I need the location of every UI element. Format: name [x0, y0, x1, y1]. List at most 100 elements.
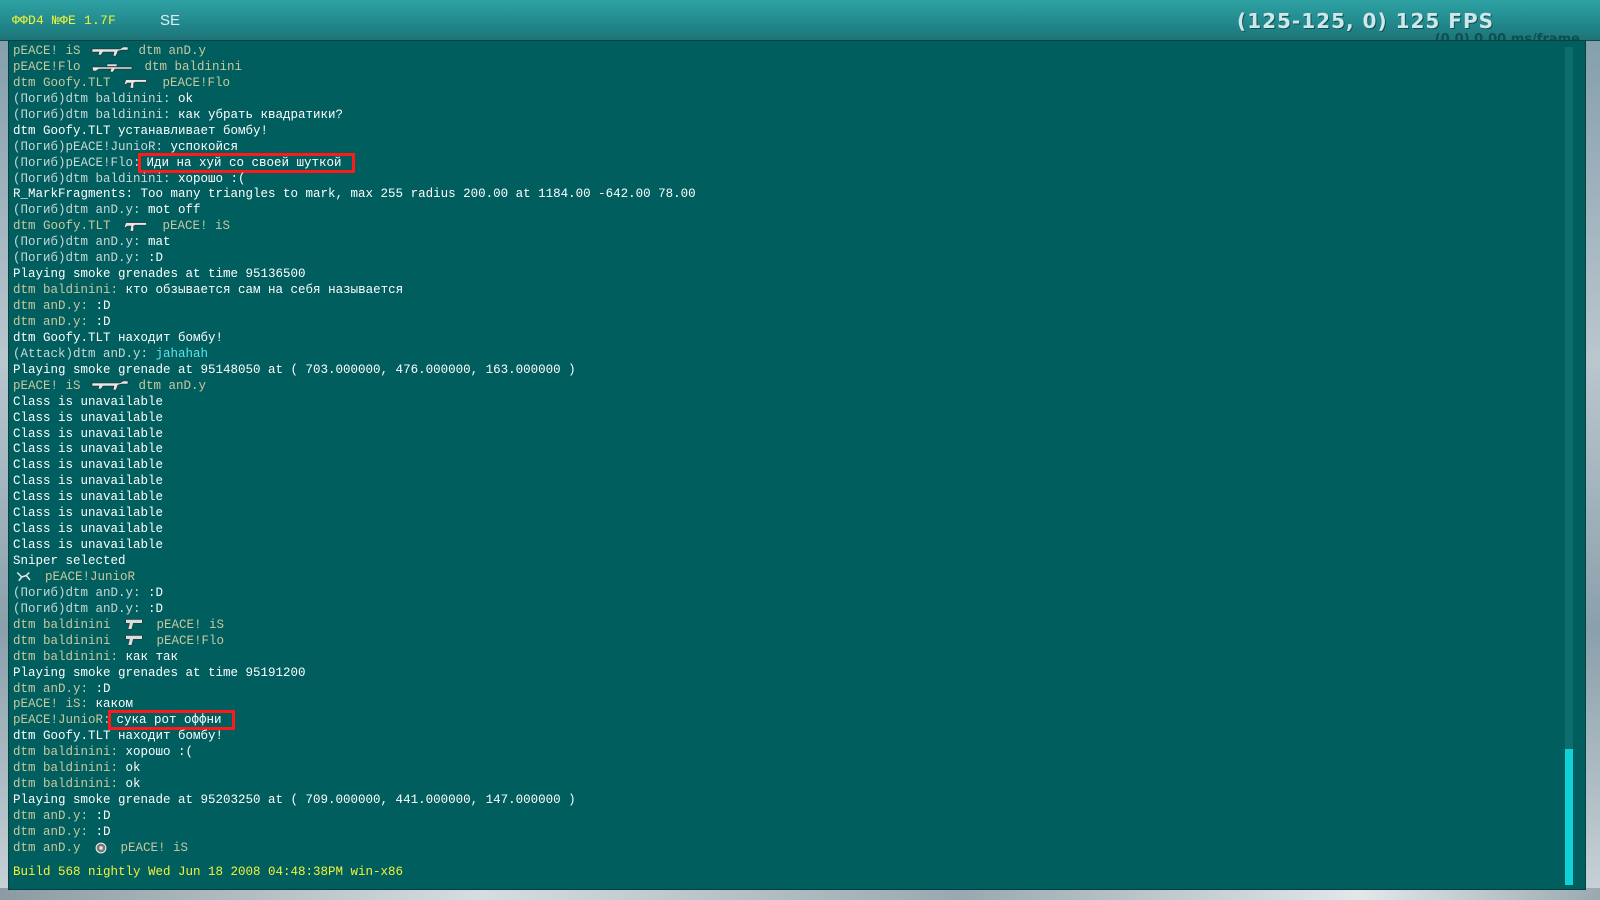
console-line: dtm anD.y pEACE! iS: [13, 841, 1543, 857]
console-line: Playing smoke grenades at time 95136500: [13, 267, 1543, 283]
frame-time-readout: (0.0) 0.00 ms/frame: [1434, 32, 1580, 40]
chat-sender: dtm anD.y:: [13, 824, 96, 839]
console-line: R_MarkFragments: Too many triangles to m…: [13, 187, 1543, 203]
chat-sender: dtm anD.y:: [13, 299, 96, 313]
console-line: Class is unavailable: [13, 538, 1543, 554]
console-line: pEACE! iS: каком: [13, 697, 1543, 713]
chat-message: :D: [95, 809, 111, 823]
console-line: (Attack)dtm anD.y: jahahah: [13, 347, 1543, 363]
highlighted-message: Иди на хуй со своей шуткой: [137, 152, 355, 173]
chat-message: ok: [125, 777, 141, 792]
console-line: Playing smoke grenades at time 95191200: [13, 666, 1543, 682]
console-line: dtm anD.y: :D: [13, 809, 1543, 825]
console-line: dtm baldinini pEACE!Flo: [13, 634, 1543, 650]
chat-sender: dtm baldinini:: [13, 745, 126, 760]
chat-sender: pEACE! iS:: [13, 697, 96, 712]
sniper-icon: [81, 60, 145, 74]
console-line: dtm baldinini: кто обзывается сам на себ…: [13, 283, 1543, 299]
chat-message: Playing smoke grenade at 95203250 at ( 7…: [13, 793, 576, 808]
console-line: dtm Goofy.TLT находит бомбу!: [13, 331, 1543, 347]
chat-sender: (Погиб)dtm anD.y:: [13, 235, 149, 250]
chat-message: Class is unavailable: [13, 522, 164, 537]
smg-icon: [111, 76, 163, 90]
killer-name: pEACE!Flo: [13, 59, 81, 74]
chat-sender: (Погиб)dtm baldinini:: [13, 91, 179, 106]
console-line: dtm Goofy.TLT устанавливает бомбу!: [13, 124, 1543, 140]
console-line: dtm baldinini: хорошо :(: [13, 745, 1543, 761]
chat-sender: (Погиб)pEACE!Flo:: [13, 155, 141, 170]
chat-sender: dtm anD.y:: [13, 681, 96, 696]
console-line: (Погиб)dtm baldinini: хорошо :(: [13, 172, 1543, 188]
grenade-icon: [81, 841, 121, 855]
chat-message: jahahah: [155, 346, 209, 361]
game-version-label: ФФD4 №ФE 1.7F: [12, 13, 117, 28]
chat-message: Sniper selected: [13, 554, 126, 568]
chat-message: Playing smoke grenades at time 95191200: [13, 665, 306, 680]
console-log: pEACE! iS dtm anD.y pEACE!Flo dtm baldinini…: [13, 44, 1543, 857]
console-line: (Погиб)dtm anD.y: :D: [13, 251, 1543, 267]
chat-message: успокойся: [170, 139, 239, 154]
chat-message: :D: [95, 681, 111, 696]
chat-message: :D: [95, 824, 111, 839]
chat-message: :D: [148, 251, 164, 266]
victim-name: pEACE!JunioR: [45, 569, 136, 584]
chat-sender: (Погиб)dtm anD.y:: [13, 203, 149, 218]
chat-message: Playing smoke grenade at 95148050 at ( 7…: [13, 362, 576, 377]
console-line: dtm Goofy.TLT находит бомбу!: [13, 729, 1543, 745]
chat-message: :D: [95, 314, 111, 329]
victim-name: pEACE!Flo: [156, 633, 225, 648]
console-line: (Погиб)dtm anD.y: :D: [13, 586, 1543, 602]
console-line: Class is unavailable: [13, 395, 1543, 411]
console-line: Playing smoke grenade at 95148050 at ( 7…: [13, 363, 1543, 379]
console-line: Class is unavailable: [13, 506, 1543, 522]
chat-message: Class is unavailable: [13, 458, 164, 473]
console-line: (Погиб)dtm baldinini: ok: [13, 92, 1543, 108]
chat-sender: (Погиб)dtm anD.y:: [13, 251, 149, 266]
rifle-icon: [81, 379, 139, 393]
victim-name: pEACE! iS: [156, 617, 225, 632]
console-line: Class is unavailable: [13, 522, 1543, 538]
console-scroll-thumb[interactable]: [1565, 749, 1573, 885]
killer-name: dtm Goofy.TLT: [13, 75, 111, 90]
chat-message: хорошо :(: [178, 171, 246, 186]
chat-message: Class is unavailable: [13, 506, 164, 521]
chat-sender: pEACE!JunioR:: [13, 713, 111, 728]
game-console[interactable]: pEACE! iS dtm anD.y pEACE!Flo dtm baldinini…: [8, 40, 1586, 890]
chat-sender: (Погиб)dtm baldinini:: [13, 107, 179, 122]
hud-compass-heading: SE: [160, 12, 181, 29]
chat-message: :D: [148, 601, 164, 616]
console-line: dtm Goofy.TLT pEACE!Flo: [13, 76, 1543, 92]
highlighted-message: сука рот оффни: [107, 710, 235, 731]
console-scrollbar[interactable]: [1565, 47, 1573, 885]
victim-name: pEACE!Flo: [162, 75, 231, 90]
console-line: pEACE!Flo dtm baldinini: [13, 60, 1543, 76]
pistol-icon: [111, 618, 157, 632]
killer-name: dtm anD.y: [13, 840, 81, 855]
chat-message: ok: [178, 91, 194, 106]
chat-sender: (Погиб)dtm anD.y:: [13, 585, 149, 600]
chat-message: dtm Goofy.TLT устанавливает бомбу!: [13, 123, 269, 138]
chat-message: как так: [125, 649, 179, 664]
killer-name: dtm Goofy.TLT: [13, 219, 111, 234]
victim-name: pEACE! iS: [120, 840, 189, 855]
console-line: dtm anD.y: :D: [13, 315, 1543, 331]
chat-message: Class is unavailable: [13, 490, 164, 505]
chat-message: mat: [148, 235, 171, 250]
chat-message: Class is unavailable: [13, 538, 164, 553]
console-line: dtm baldinini: ok: [13, 777, 1543, 793]
victim-name: pEACE! iS: [162, 219, 231, 234]
killer-name: dtm baldinini: [13, 617, 111, 632]
build-info: Build 568 nightly Wed Jun 18 2008 04:48:…: [13, 865, 404, 879]
console-line: pEACE!JunioR: сука рот оффни: [13, 710, 1543, 731]
fps-counter: (125-125, 0) 125 FPS: [1237, 9, 1494, 33]
console-line: Class is unavailable: [13, 427, 1543, 443]
console-line: (Погиб)dtm baldinini: как убрать квадрат…: [13, 108, 1543, 124]
console-line: (Погиб)dtm anD.y: :D: [13, 602, 1543, 618]
chat-message: Class is unavailable: [13, 410, 164, 425]
chat-sender: dtm baldinini:: [13, 649, 126, 664]
console-line: pEACE!JunioR: [13, 570, 1543, 586]
console-line: dtm baldinini: ok: [13, 761, 1543, 777]
chat-message: R_MarkFragments: Too many triangles to m…: [13, 187, 696, 202]
victim-name: dtm anD.y: [138, 44, 207, 58]
console-line: (Погиб)pEACE!Flo: Иди на хуй со своей шут…: [13, 152, 1543, 173]
